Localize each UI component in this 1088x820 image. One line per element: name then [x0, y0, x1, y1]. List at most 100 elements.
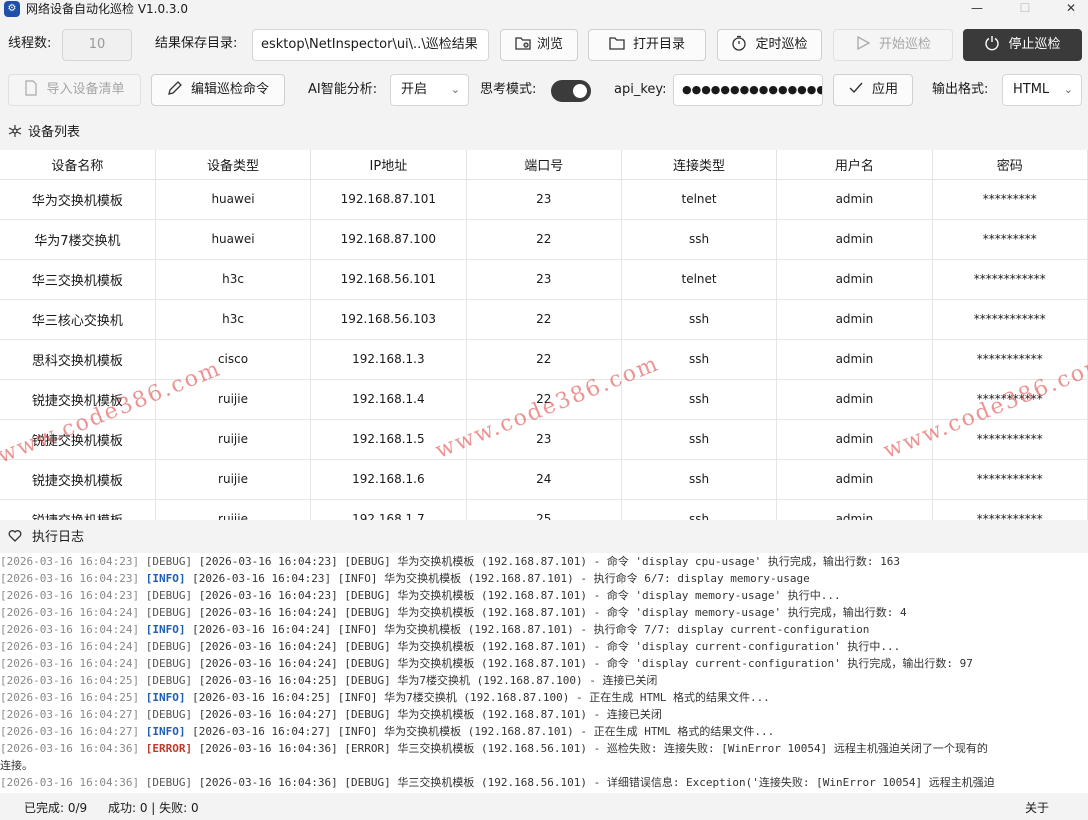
apply-label: 应用: [871, 82, 898, 97]
log-line: [2026-03-16 16:04:36] [ERROR] [2026-03-1…: [0, 740, 1088, 757]
table-cell: ************: [932, 299, 1088, 340]
table-cell: huawei: [155, 179, 312, 220]
save-dir-input[interactable]: esktop\NetInspector\ui\..\巡检结果: [252, 29, 489, 61]
log-timestamp: [2026-03-16 16:04:24]: [0, 640, 140, 653]
ai-label: AI智能分析:: [308, 82, 378, 97]
heart-icon: [8, 530, 22, 542]
table-cell: huawei: [155, 219, 312, 260]
table-cell: ssh: [621, 299, 778, 340]
import-button[interactable]: 导入设备清单: [8, 74, 141, 106]
table-row[interactable]: 华为交换机模板 huawei 192.168.87.101 23 telnet admin…: [0, 179, 1088, 220]
log-line: [2026-03-16 16:04:27] [INFO] [2026-03-16…: [0, 723, 1088, 740]
log-level: [DEBUG]: [145, 708, 193, 721]
table-cell: 192.168.87.101: [310, 179, 467, 220]
status-bar: 已完成: 0/9 成功: 0 | 失败: 0 关于: [0, 797, 1088, 820]
table-cell: ruijie: [155, 499, 312, 520]
table-cell: 25: [466, 499, 622, 520]
table-cell: admin: [776, 339, 933, 380]
column-header[interactable]: 设备名称: [0, 150, 156, 180]
table-body: 华为交换机模板 huawei 192.168.87.101 23 telnet admin…: [0, 179, 1088, 520]
column-header[interactable]: 连接类型: [621, 150, 778, 180]
log-output[interactable]: [2026-03-16 16:04:23] [DEBUG] [2026-03-1…: [0, 553, 1088, 793]
table-row[interactable]: 华三核心交换机 h3c 192.168.56.103 22 ssh admin ******…: [0, 299, 1088, 340]
log-level: [DEBUG]: [145, 640, 193, 653]
log-line: [2026-03-16 16:04:23] [DEBUG] [2026-03-1…: [0, 587, 1088, 604]
table-row[interactable]: 锐捷交换机模板ruijie192.168.1.725sshadmin******…: [0, 499, 1088, 520]
log-timestamp: [2026-03-16 16:04:23]: [0, 572, 140, 585]
table-cell: 22: [466, 219, 622, 260]
format-select-value: HTML: [1013, 82, 1050, 97]
column-header[interactable]: 用户名: [776, 150, 933, 180]
edit-commands-button[interactable]: 编辑巡检命令: [151, 74, 285, 106]
table-cell: ssh: [621, 219, 778, 260]
open-dir-button[interactable]: 打开目录: [588, 29, 706, 61]
format-label: 输出格式:: [932, 82, 989, 97]
device-table: 设备名称 设备类型 IP地址 端口号 连接类型 用户名 密码 华为交换机模板 huawei 19…: [0, 150, 1088, 520]
table-header-row: 设备名称 设备类型 IP地址 端口号 连接类型 用户名 密码: [0, 150, 1088, 180]
device-table-container: 设备名称 设备类型 IP地址 端口号 连接类型 用户名 密码 华为交换机模板 huawei 19…: [0, 150, 1088, 520]
table-row[interactable]: 华三交换机模板 h3c 192.168.56.101 23 telnet admin ***…: [0, 259, 1088, 300]
app-icon: ⚙: [4, 1, 20, 17]
log-level: [DEBUG]: [145, 674, 193, 687]
table-cell: 192.168.56.103: [310, 299, 467, 340]
column-header[interactable]: 端口号: [466, 150, 622, 180]
format-select[interactable]: HTML ⌄: [1002, 74, 1082, 106]
table-row[interactable]: 思科交换机模板 cisco 192.168.1.3 22 ssh admin *******…: [0, 339, 1088, 380]
apply-button[interactable]: 应用: [833, 74, 913, 106]
table-cell: 22: [466, 299, 622, 340]
table-cell: admin: [776, 299, 933, 340]
maximize-button[interactable]: ☐: [1010, 0, 1040, 16]
close-button[interactable]: ✕: [1056, 0, 1086, 16]
log-message: [2026-03-16 16:04:23] [DEBUG] 华为交换机模板 (1…: [198, 555, 901, 568]
log-timestamp: [2026-03-16 16:04:27]: [0, 725, 140, 738]
ai-select[interactable]: 开启 ⌄: [390, 74, 469, 106]
log-level: [INFO]: [145, 572, 186, 585]
log-level: [INFO]: [145, 691, 186, 704]
column-header[interactable]: 密码: [932, 150, 1088, 180]
table-row[interactable]: 华为7楼交换机 huawei 192.168.87.100 22 ssh admin ***…: [0, 219, 1088, 260]
about-link[interactable]: 关于: [1025, 797, 1049, 820]
threads-label: 线程数:: [8, 36, 52, 51]
table-cell: 锐捷交换机模板: [0, 499, 156, 520]
table-row[interactable]: 锐捷交换机模板 ruijie 192.168.1.6 24 ssh admin ******…: [0, 459, 1088, 500]
title-bar: ⚙ 网络设备自动化巡检 V1.0.3.0 — ☐ ✕: [0, 0, 1088, 18]
table-cell: ssh: [621, 499, 778, 520]
log-level: [DEBUG]: [145, 589, 193, 602]
browse-button[interactable]: 浏览: [500, 29, 578, 61]
start-label: 开始巡检: [878, 37, 931, 52]
success-fail-count: 成功: 0 | 失败: 0: [108, 801, 199, 815]
log-message: [2026-03-16 16:04:36] [ERROR] 华三交换机模板 (1…: [198, 742, 988, 755]
stop-button[interactable]: 停止巡检: [963, 29, 1082, 61]
log-message: [2026-03-16 16:04:24] [INFO] 华为交换机模板 (19…: [192, 623, 870, 636]
log-level: [DEBUG]: [145, 606, 193, 619]
think-mode-toggle[interactable]: [551, 80, 591, 102]
chevron-down-icon: ⌄: [1063, 83, 1073, 96]
table-cell: ************: [932, 259, 1088, 300]
log-line: [2026-03-16 16:04:25] [INFO] [2026-03-16…: [0, 689, 1088, 706]
table-cell: 192.168.1.6: [310, 459, 467, 500]
log-line: [2026-03-16 16:04:25] [DEBUG] [2026-03-1…: [0, 672, 1088, 689]
table-cell: admin: [776, 179, 933, 220]
log-line: [2026-03-16 16:04:24] [DEBUG] [2026-03-1…: [0, 638, 1088, 655]
minimize-button[interactable]: —: [962, 0, 992, 16]
document-icon: [25, 80, 38, 96]
table-cell: 锐捷交换机模板: [0, 459, 156, 500]
column-header[interactable]: IP地址: [310, 150, 467, 180]
start-button[interactable]: 开始巡检: [833, 29, 953, 61]
table-cell: ruijie: [155, 459, 312, 500]
table-cell: 192.168.1.4: [310, 379, 467, 420]
log-timestamp: [2026-03-16 16:04:25]: [0, 691, 140, 704]
table-cell: admin: [776, 379, 933, 420]
threads-input[interactable]: 10: [62, 29, 132, 61]
log-message: [2026-03-16 16:04:27] [DEBUG] 华为交换机模板 (1…: [198, 708, 662, 721]
log-timestamp: [2026-03-16 16:04:25]: [0, 674, 140, 687]
log-level: [DEBUG]: [145, 555, 193, 568]
table-cell: ssh: [621, 419, 778, 460]
table-cell: 华三核心交换机: [0, 299, 156, 340]
check-icon: [849, 82, 863, 94]
api-key-input[interactable]: ●●●●●●●●●●●●●●●●: [673, 74, 823, 106]
think-mode-label: 思考模式:: [480, 82, 537, 97]
schedule-button[interactable]: 定时巡检: [717, 29, 822, 61]
device-list-header: 设备列表: [8, 123, 80, 143]
column-header[interactable]: 设备类型: [155, 150, 312, 180]
